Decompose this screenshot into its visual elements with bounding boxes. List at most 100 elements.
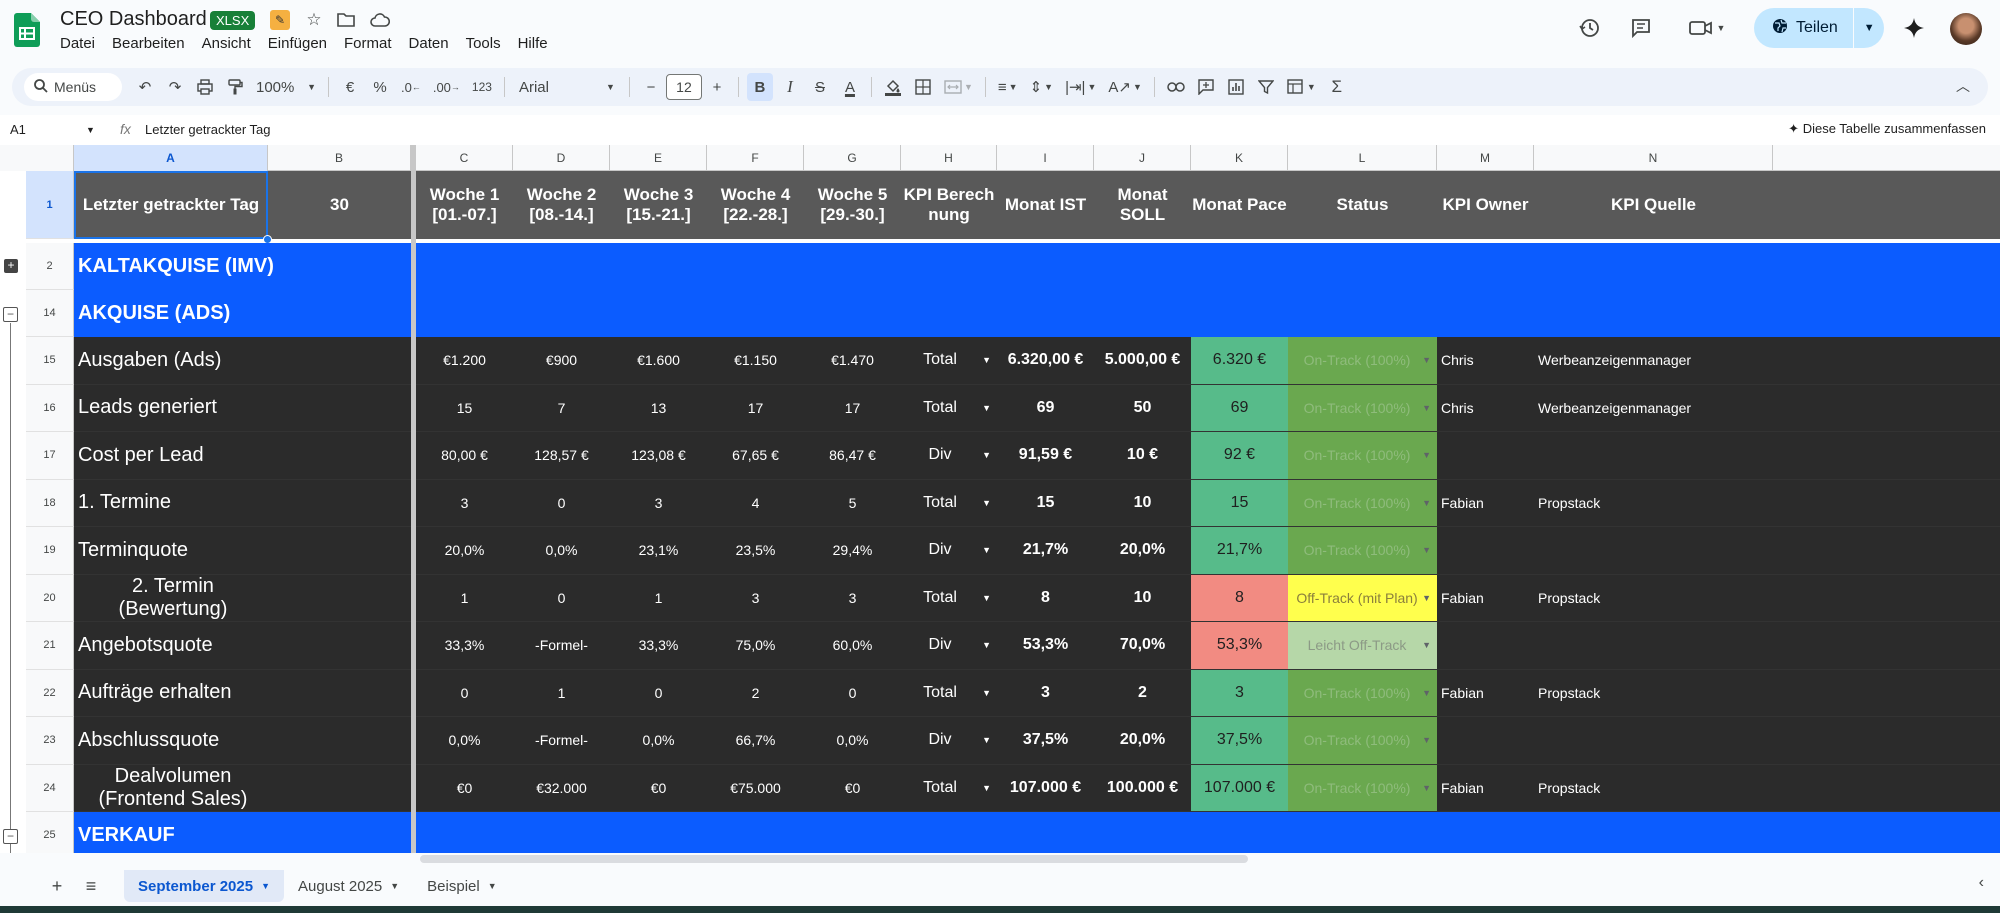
kpi-label[interactable]: Aufträge erhalten [74,670,268,717]
header-cell-woche2[interactable]: Woche 2 [08.-14.] [513,171,610,239]
kpi-label[interactable]: 2. Termin (Bewertung) [74,575,268,622]
font-size-input[interactable]: 12 [665,74,702,100]
week3-value[interactable]: €0 [610,765,707,812]
week3-value[interactable]: 0 [610,670,707,717]
kpi-label[interactable]: Cost per Lead [74,432,268,479]
text-rotation-icon[interactable]: A↗ ▼ [1104,73,1146,101]
kpi-source-value[interactable]: Propstack [1534,765,1773,812]
horizontal-align-icon[interactable]: ≡ ▼ [994,73,1022,101]
row-header[interactable]: 15 [26,337,74,385]
status-dropdown[interactable]: On-Track (100%) ▼ [1288,527,1437,574]
kpi-source-value[interactable]: Propstack [1534,670,1773,717]
decrease-font-size-button[interactable]: − [638,73,664,101]
header-cell-status[interactable]: Status [1288,171,1437,239]
print-icon[interactable] [192,73,218,101]
chevron-down-icon[interactable]: ▼ [488,881,497,891]
section-title[interactable]: KALTAKQUISE (IMV) [78,243,274,290]
status-dropdown[interactable]: On-Track (100%) ▼ [1288,669,1437,716]
status-dropdown[interactable]: On-Track (100%) ▼ [1288,717,1437,764]
chevron-down-icon[interactable]: ▼ [390,881,399,891]
column-header-b[interactable]: B [268,145,411,171]
week5-value[interactable]: €0 [804,765,901,812]
kpi-calc-dropdown[interactable]: Div ▼ [901,717,997,764]
monat-soll-value[interactable]: 50 [1094,385,1191,432]
history-icon[interactable] [1575,14,1603,42]
column-header-n[interactable]: N [1534,145,1773,171]
column-header-e[interactable]: E [610,145,707,171]
monat-ist-value[interactable]: 3 [997,670,1094,717]
merge-cells-icon[interactable]: ▼ [940,73,977,101]
kpi-calc-dropdown[interactable]: Div ▼ [901,432,997,479]
status-dropdown[interactable]: On-Track (100%) ▼ [1288,384,1437,431]
header-cell-kpi-owner[interactable]: KPI Owner [1437,171,1534,239]
extension-icon[interactable]: ✎ [270,10,290,30]
row-header[interactable]: 18 [26,479,74,527]
header-cell-kpi-quelle[interactable]: KPI Quelle [1534,171,1773,239]
week4-value[interactable]: €75.000 [707,765,804,812]
monat-ist-value[interactable]: 69 [997,385,1094,432]
header-cell-monat-pace[interactable]: Monat Pace [1191,171,1288,239]
week3-value[interactable]: 13 [610,385,707,432]
week4-value[interactable]: 17 [707,385,804,432]
kpi-label[interactable]: Terminquote [74,527,268,574]
video-call-icon[interactable]: ▼ [1685,14,1729,42]
share-dropdown-chevron-icon[interactable]: ▼ [1854,8,1884,48]
share-main[interactable]: Teilen [1754,8,1853,48]
cloud-saved-icon[interactable] [370,10,390,30]
column-header-m[interactable]: M [1437,145,1534,171]
week5-value[interactable]: 3 [804,575,901,622]
week3-value[interactable]: €1.600 [610,337,707,384]
kpi-source-value[interactable]: Werbeanzeigenmanager [1534,337,1773,384]
row-header[interactable]: 25 [26,812,74,853]
header-cell-a[interactable]: Letzter getrackter Tag [74,171,268,239]
sheet-tab-beispiel[interactable]: Beispiel ▼ [413,870,510,902]
week4-value[interactable]: 3 [707,575,804,622]
sheet-tab-august[interactable]: August 2025 ▼ [284,870,413,902]
monat-soll-value[interactable]: 2 [1094,670,1191,717]
week2-value[interactable]: €32.000 [513,765,610,812]
week2-value[interactable]: 128,57 € [513,432,610,479]
week1-value[interactable]: 0,0% [416,717,513,764]
week2-value[interactable]: 1 [513,670,610,717]
kpi-source-value[interactable]: Propstack [1534,575,1773,622]
insert-link-icon[interactable] [1163,73,1189,101]
kpi-calc-dropdown[interactable]: Total ▼ [901,385,997,432]
monat-ist-value[interactable]: 21,7% [997,527,1094,574]
monat-pace-value[interactable]: 69 [1191,384,1288,431]
menu-bearbeiten[interactable]: Bearbeiten [112,35,193,52]
number-format-button[interactable]: 123 [468,73,496,101]
monat-pace-value[interactable]: 92 € [1191,432,1288,479]
week5-value[interactable]: 60,0% [804,622,901,669]
monat-soll-value[interactable]: 10 [1094,480,1191,527]
week1-value[interactable]: €1.200 [416,337,513,384]
borders-icon[interactable] [910,73,936,101]
monat-soll-value[interactable]: 100.000 € [1094,765,1191,812]
monat-pace-value[interactable]: 37,5% [1191,717,1288,764]
week5-value[interactable]: 0 [804,670,901,717]
menu-einfuegen[interactable]: Einfügen [268,35,335,52]
menu-daten[interactable]: Daten [409,35,457,52]
section-title[interactable]: VERKAUF [78,812,175,853]
column-header-j[interactable]: J [1094,145,1191,171]
week2-value[interactable]: -Formel- [513,717,610,764]
kpi-owner-value[interactable]: Chris [1437,337,1534,384]
kpi-owner-value[interactable] [1437,622,1534,669]
insert-chart-icon[interactable] [1223,73,1249,101]
week2-value[interactable]: 0 [513,480,610,527]
kpi-source-value[interactable] [1534,432,1773,479]
kpi-source-value[interactable] [1534,622,1773,669]
filter-icon[interactable] [1253,73,1279,101]
row-header[interactable]: 21 [26,622,74,670]
row-header[interactable]: 16 [26,384,74,432]
increase-font-size-button[interactable]: + [704,73,730,101]
kpi-calc-dropdown[interactable]: Total ▼ [901,337,997,384]
week2-value[interactable]: €900 [513,337,610,384]
column-header-f[interactable]: F [707,145,804,171]
menu-ansicht[interactable]: Ansicht [202,35,259,52]
status-dropdown[interactable]: Off-Track (mit Plan) ▼ [1288,574,1437,621]
week5-value[interactable]: 29,4% [804,527,901,574]
week1-value[interactable]: 20,0% [416,527,513,574]
sheet-tab-september[interactable]: September 2025 ▼ [124,870,284,902]
week4-value[interactable]: 66,7% [707,717,804,764]
functions-icon[interactable]: Σ [1324,73,1350,101]
